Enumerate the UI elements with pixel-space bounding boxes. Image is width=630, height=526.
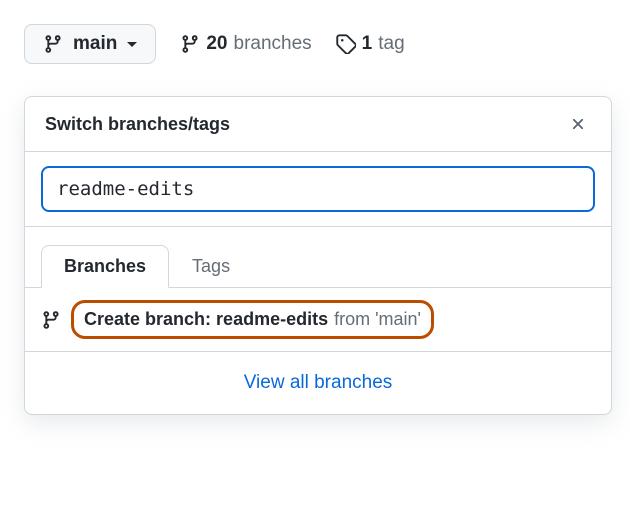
branch-icon <box>180 34 200 54</box>
tags-label: tag <box>378 33 404 55</box>
branch-icon <box>41 310 61 330</box>
create-from-label: from 'main' <box>334 309 421 330</box>
create-branch-highlight: Create branch: readme-edits from 'main' <box>71 300 434 339</box>
branch-icon <box>43 34 63 54</box>
branches-count: 20 <box>206 33 227 55</box>
view-all-branches-link[interactable]: View all branches <box>244 372 393 393</box>
create-prefix: Create branch: <box>84 309 216 329</box>
tag-icon <box>336 34 356 54</box>
close-icon <box>569 115 587 133</box>
close-button[interactable] <box>565 111 591 137</box>
branches-label: branches <box>234 33 312 55</box>
tab-branches[interactable]: Branches <box>41 245 169 288</box>
tags-count: 1 <box>362 33 373 55</box>
branches-link[interactable]: 20 branches <box>180 33 311 55</box>
tab-tags[interactable]: Tags <box>169 245 253 288</box>
branch-switcher-popover: Switch branches/tags Branches Tags Creat… <box>24 96 612 415</box>
tags-link[interactable]: 1 tag <box>336 33 405 55</box>
create-branch-name: readme-edits <box>216 309 328 329</box>
caret-down-icon <box>127 42 137 47</box>
branch-selector-button[interactable]: main <box>24 24 156 64</box>
popover-title: Switch branches/tags <box>45 114 230 135</box>
create-branch-row[interactable]: Create branch: readme-edits from 'main' <box>25 288 611 352</box>
branch-search-input[interactable] <box>41 166 595 212</box>
branch-selector-label: main <box>73 33 117 55</box>
